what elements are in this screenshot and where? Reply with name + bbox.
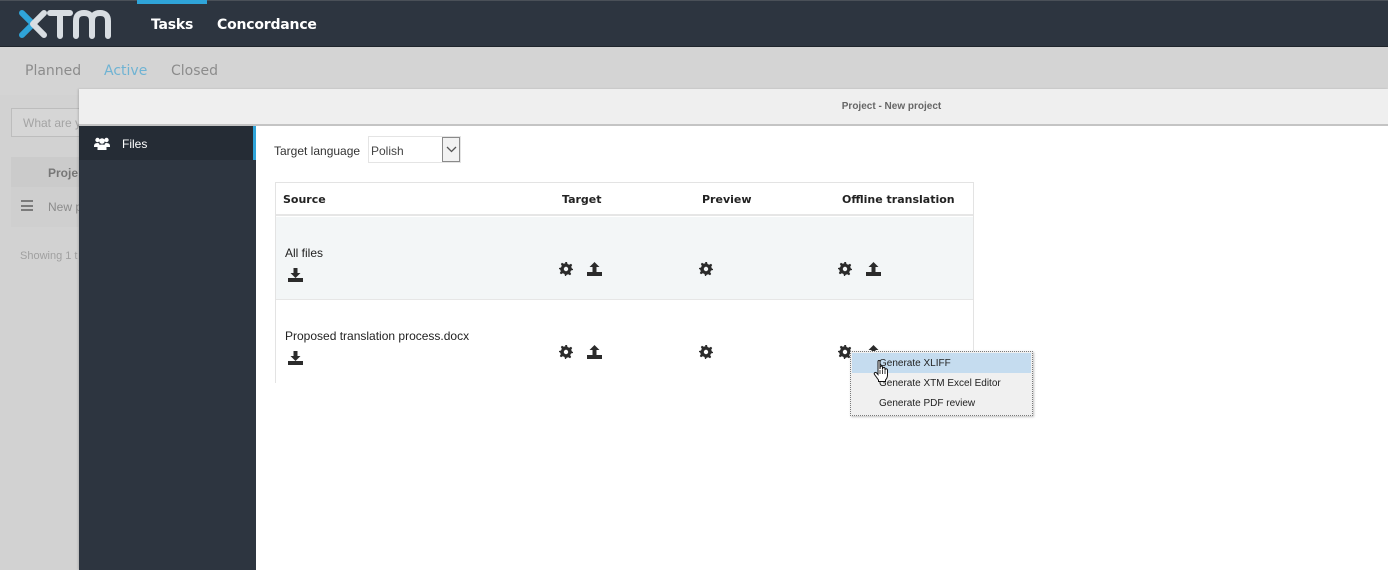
- file-name: All files: [285, 246, 324, 260]
- upload-icon[interactable]: [866, 262, 881, 281]
- top-navigation-bar: Tasks Concordance: [0, 0, 1388, 47]
- nav-tab-tasks[interactable]: Tasks: [136, 0, 208, 48]
- hand-pointer-cursor-icon: [873, 359, 889, 387]
- column-header-target: Target: [562, 193, 602, 206]
- modal-header: Project - New project: [79, 89, 1388, 126]
- menu-item-generate-pdf-review[interactable]: Generate PDF review: [852, 393, 1031, 413]
- gear-icon[interactable]: [559, 262, 573, 281]
- project-modal: Project - New project Files Target langu…: [79, 89, 1388, 570]
- row-project-name: New p: [48, 200, 80, 214]
- table-header: Source Target Preview Offline translatio…: [276, 183, 973, 216]
- table-row[interactable]: New p: [11, 187, 80, 227]
- target-language-label: Target language: [274, 144, 361, 158]
- target-language-select[interactable]: Polish: [368, 136, 461, 163]
- files-panel: Target language Polish Source Target Pre…: [256, 126, 1388, 570]
- download-icon[interactable]: [288, 351, 303, 370]
- target-language-value: Polish: [371, 144, 404, 158]
- file-name: Proposed translation process.docx: [285, 329, 470, 343]
- subtab-closed[interactable]: Closed: [171, 63, 218, 79]
- table-header-project: Proje: [11, 157, 80, 187]
- upload-icon[interactable]: [587, 345, 602, 364]
- xtm-logo[interactable]: [19, 8, 115, 40]
- column-header-offline-translation: Offline translation: [842, 193, 955, 206]
- gear-icon[interactable]: [699, 345, 713, 364]
- gear-icon[interactable]: [838, 262, 852, 281]
- upload-icon[interactable]: [587, 262, 602, 281]
- column-header-preview: Preview: [702, 193, 752, 206]
- sub-navigation: Planned Active Closed: [0, 47, 1388, 95]
- sidebar-item-label: Files: [122, 137, 148, 151]
- pagination-info: Showing 1 t: [20, 250, 78, 262]
- table-row: All files: [276, 217, 973, 300]
- subtab-active[interactable]: Active: [104, 63, 147, 79]
- chevron-down-icon[interactable]: [442, 137, 460, 162]
- gear-icon[interactable]: [559, 345, 573, 364]
- column-header-source: Source: [283, 193, 326, 206]
- subtab-planned[interactable]: Planned: [25, 63, 81, 79]
- modal-sidebar: Files: [79, 126, 256, 570]
- sidebar-item-files[interactable]: Files: [79, 126, 256, 160]
- background-task-list: What are y Proje New p Showing 1 t: [0, 95, 80, 570]
- menu-icon[interactable]: [21, 200, 33, 214]
- gear-icon[interactable]: [699, 262, 713, 281]
- modal-title: Project - New project: [841, 101, 942, 112]
- search-input[interactable]: What are y: [11, 108, 80, 137]
- download-icon[interactable]: [288, 268, 303, 287]
- nav-tab-concordance[interactable]: Concordance: [217, 1, 317, 48]
- users-icon: [94, 137, 110, 153]
